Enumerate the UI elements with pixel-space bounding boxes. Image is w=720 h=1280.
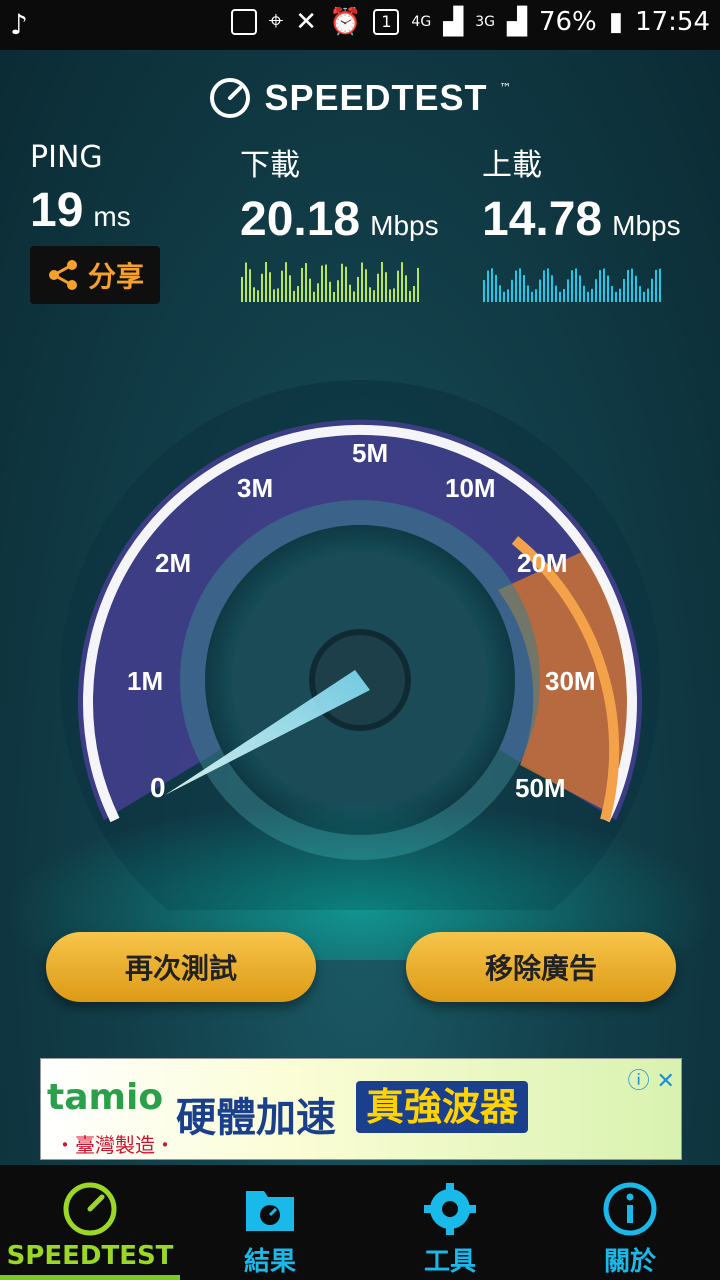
ping-metric: PING 19 ms [30,140,131,238]
upload-unit: Mbps [612,210,681,241]
app-header: SPEEDTEST ™ [0,74,720,122]
ad-made-in: ・臺灣製造・ [55,1133,175,1157]
speedometer-icon [63,1182,117,1236]
nav-tools-label: 工具 [423,1247,476,1277]
nav-speedtest[interactable]: SPEEDTEST [0,1165,180,1280]
network-4g-label: 4G [411,13,432,30]
results-folder-icon [246,1191,294,1231]
tick-10m: 10M [445,473,496,503]
ad-brand: tamio [47,1077,164,1118]
status-icons: ⌖ ✕ ⏰ 1 4G ▟ 3G ▟ 76% ▮ 17:54 [230,6,710,37]
retest-button[interactable]: 再次測試 [46,932,316,1002]
location-icon: ⌖ [268,6,284,36]
nav-about[interactable]: 關於 [540,1165,720,1280]
download-metric: 下載 20.18 Mbps [240,140,439,247]
tick-1m: 1M [127,666,163,696]
trademark: ™ [499,81,512,95]
download-graph [241,262,419,302]
download-label: 下載 [240,148,300,183]
nav-speedtest-label: SPEEDTEST [6,1241,174,1271]
tick-3m: 3M [237,473,273,503]
tick-0: 0 [150,772,166,803]
nav-results[interactable]: 結果 [180,1165,360,1280]
metrics-panel: PING 19 ms 下載 20.18 Mbps 上載 14.78 Mbps 分享 [0,140,720,310]
ping-label: PING [30,140,103,175]
battery-percent: 76% [538,6,597,37]
download-unit: Mbps [370,210,439,241]
nav-about-label: 關於 [603,1247,656,1277]
alarm-icon: ⏰ [329,6,362,37]
gear-icon [424,1183,476,1235]
ping-unit: ms [93,201,131,232]
recycle-icon [230,8,257,35]
upload-metric: 上載 14.78 Mbps [482,140,681,247]
tick-5m: 5M [352,438,388,468]
upload-value: 14.78 [482,193,603,246]
remove-ads-button[interactable]: 移除廣告 [406,932,676,1002]
ad-banner[interactable]: tamio ・臺灣製造・ 硬體加速 真強波器 ⓘ ✕ [40,1058,682,1160]
network-3g-label: 3G [475,13,495,30]
download-value: 20.18 [240,193,361,246]
share-icon [48,260,77,290]
tick-30m: 30M [545,666,596,696]
upload-graph [483,268,661,302]
ad-headline: 硬體加速 [176,1095,336,1141]
battery-icon: ▮ [608,6,624,37]
active-tab-indicator [0,1275,180,1280]
tick-2m: 2M [155,548,191,578]
speedtest-logo-icon [210,78,251,118]
bottom-navigation: SPEEDTEST 結果 工具 關於 [0,1165,720,1280]
app-title: SPEEDTEST [264,77,488,118]
status-bar: ♪ ⌖ ✕ ⏰ 1 4G ▟ 3G ▟ 76% ▮ 17:54 [0,0,720,50]
music-note-icon: ♪ [10,8,28,41]
mute-icon: ✕ [295,6,318,37]
tick-20m: 20M [517,548,568,578]
signal-icon-2: ▟ [506,6,527,37]
upload-label: 上載 [482,148,542,183]
share-button[interactable]: 分享 [30,246,160,304]
sim-badge: 1 [373,8,400,35]
share-label: 分享 [87,260,144,293]
signal-icon-1: ▟ [443,6,464,37]
info-icon [603,1182,657,1236]
nav-tools[interactable]: 工具 [360,1165,540,1280]
ad-close-icon[interactable]: ⓘ ✕ [628,1063,675,1095]
ad-highlight: 真強波器 [356,1081,529,1133]
ping-value: 19 [30,184,84,237]
clock-time: 17:54 [635,6,710,37]
tick-50m: 50M [515,773,566,803]
nav-results-label: 結果 [243,1247,296,1277]
